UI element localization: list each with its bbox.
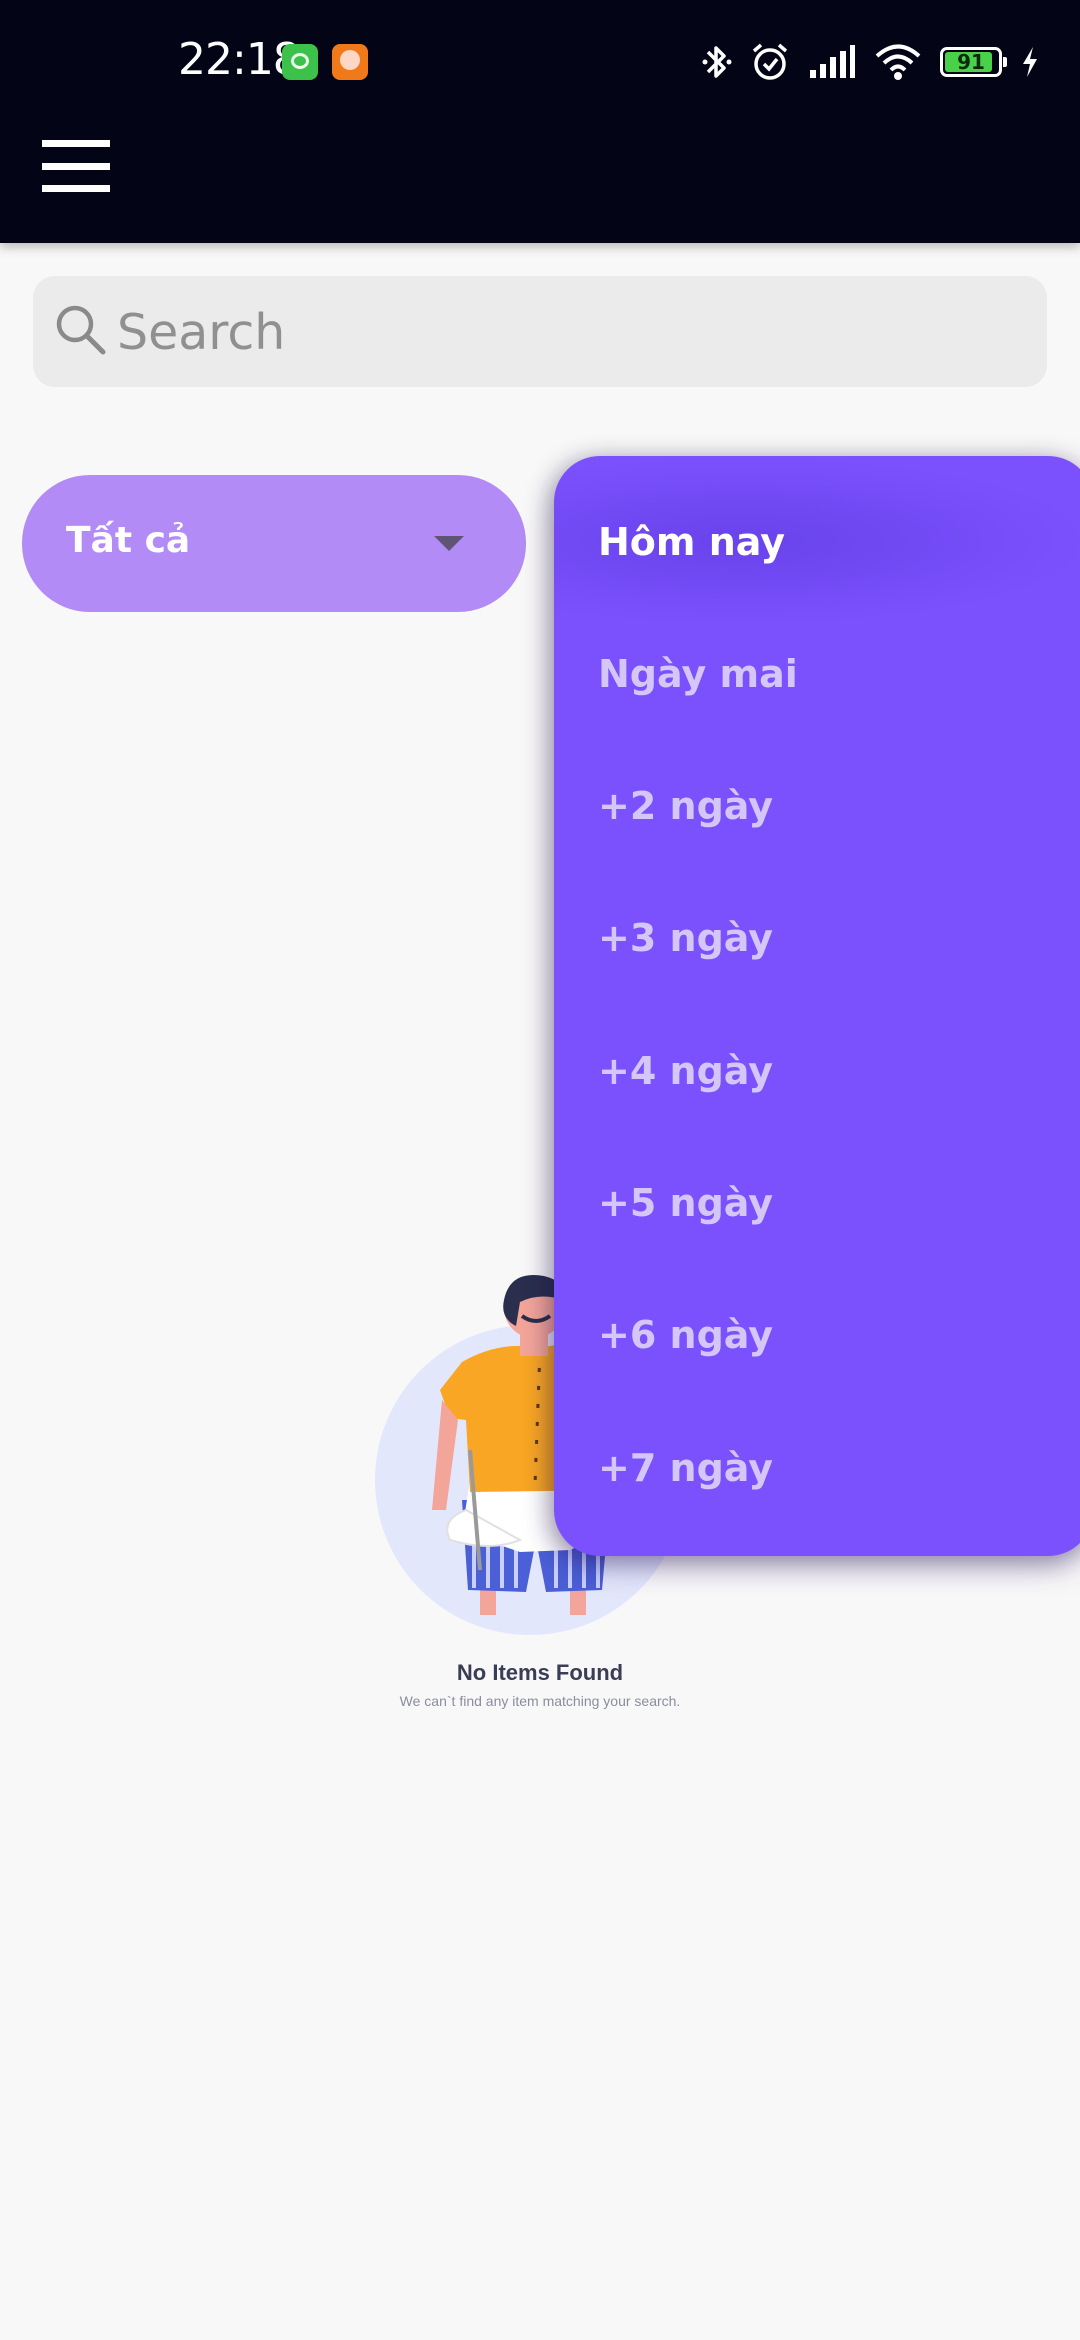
search-icon <box>56 305 106 355</box>
battery-level: 91 <box>957 50 985 74</box>
hamburger-menu-icon[interactable] <box>42 140 110 192</box>
dropdown-item-6[interactable]: +5 ngày <box>598 1181 773 1225</box>
alarm-icon <box>752 43 788 80</box>
dropdown-item-1[interactable]: Hôm nay <box>598 520 785 564</box>
day-dropdown-menu: Hôm nay Ngày mai +2 ngày +3 ngày +4 ngày +5 n… <box>554 456 1080 1556</box>
dropdown-item-5[interactable]: +4 ngày <box>598 1049 773 1093</box>
search-input[interactable] <box>115 296 1019 368</box>
empty-state-subtitle: We can`t find any item matching your sea… <box>399 1693 681 1709</box>
dropdown-item-3[interactable]: +2 ngày <box>598 784 773 828</box>
battery-icon: 91 <box>940 47 1007 77</box>
filter-dropdown[interactable]: Tất cả <box>22 475 526 612</box>
dropdown-item-8[interactable]: +7 ngày <box>598 1446 773 1490</box>
menu-line <box>42 140 110 147</box>
charging-icon <box>1023 47 1037 77</box>
top-app-bar: 22:18 91 <box>0 0 1080 243</box>
dropdown-item-7[interactable]: +6 ngày <box>598 1313 773 1357</box>
filter-selected-label: Tất cả <box>66 520 191 561</box>
menu-line <box>42 185 110 192</box>
orange-app-icon <box>332 44 368 80</box>
wifi-icon <box>875 44 921 80</box>
search-bar[interactable] <box>33 276 1047 387</box>
empty-state-title: No Items Found <box>456 1660 624 1685</box>
menu-line <box>42 162 110 170</box>
dropdown-item-4[interactable]: +3 ngày <box>598 916 773 960</box>
signal-icon <box>810 45 855 78</box>
dropdown-item-2[interactable]: Ngày mai <box>598 652 798 696</box>
green-cat-app-icon <box>282 44 318 80</box>
bluetooth-icon <box>702 46 732 78</box>
chevron-down-icon <box>434 536 464 551</box>
status-icons: 91 <box>702 38 1040 86</box>
